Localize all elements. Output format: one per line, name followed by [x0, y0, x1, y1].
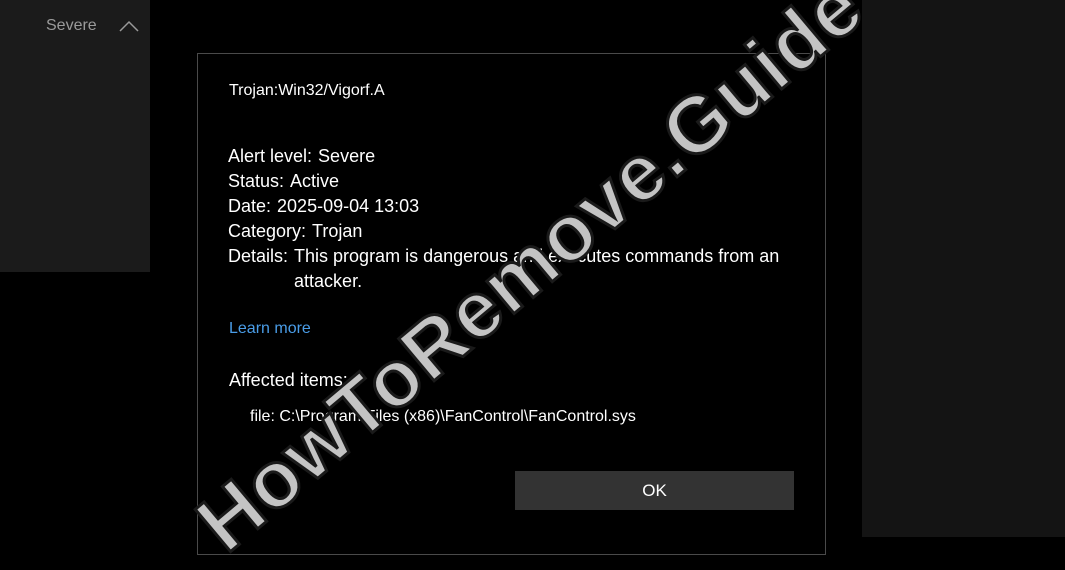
affected-items-label: Affected items: — [229, 370, 348, 390]
alert-level-label: Alert level: — [228, 146, 313, 166]
learn-more-link[interactable]: Learn more — [229, 320, 311, 338]
threat-name: Trojan:Win32/Vigorf.A — [229, 82, 385, 99]
chevron-up-icon[interactable] — [119, 19, 139, 33]
right-panel — [862, 0, 1065, 537]
category-value: Trojan — [312, 221, 363, 241]
side-panel: Severe — [0, 0, 150, 272]
ok-button[interactable]: OK — [515, 471, 794, 510]
threat-info: Alert level: Severe Status: Active Date:… — [228, 144, 808, 294]
category-label: Category: — [228, 221, 307, 241]
alert-level-value: Severe — [318, 146, 376, 166]
details-value: This program is dangerous and executes c… — [294, 246, 780, 291]
date-row: Date: 2025-09-04 13:03 — [228, 194, 808, 219]
severity-label: Severe — [46, 17, 97, 34]
date-label: Date: — [228, 196, 272, 216]
status-row: Status: Active — [228, 169, 808, 194]
date-value: 2025-09-04 13:03 — [277, 196, 420, 216]
status-label: Status: — [228, 171, 285, 191]
category-row: Category: Trojan — [228, 219, 808, 244]
status-value: Active — [290, 171, 340, 191]
details-label: Details: — [228, 246, 289, 266]
threat-details-dialog: Trojan:Win32/Vigorf.A Alert level: Sever… — [197, 53, 826, 555]
severity-toggle[interactable]: Severe — [46, 17, 139, 35]
affected-item-path: file: C:\Program Files (x86)\FanControl\… — [250, 408, 636, 425]
details-row: Details: This program is dangerous and e… — [228, 244, 808, 294]
alert-level-row: Alert level: Severe — [228, 144, 808, 169]
